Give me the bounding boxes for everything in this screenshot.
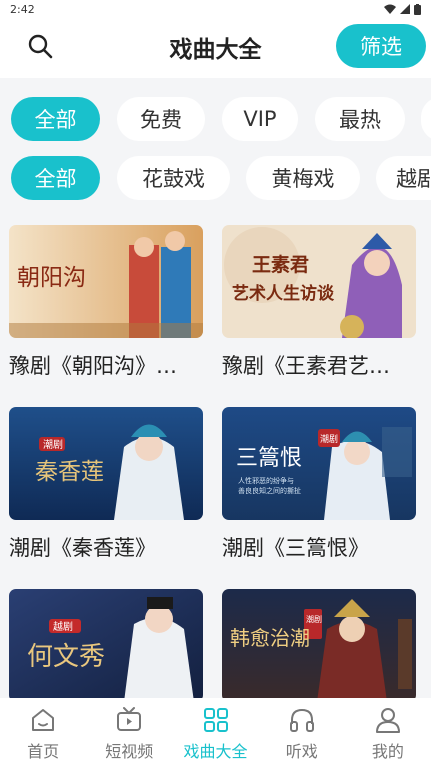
chip-genre-all[interactable]: 全部 xyxy=(11,156,100,200)
video-thumbnail: 潮剧 韩愈治潮 xyxy=(222,589,416,702)
thumb-title-text: 王素君 xyxy=(252,253,309,276)
chip-free[interactable]: 免费 xyxy=(117,97,205,141)
status-icons xyxy=(384,3,421,15)
tab-mine[interactable]: 我的 xyxy=(345,698,431,766)
thumb-title-text: 三篙恨 xyxy=(236,446,302,471)
home-icon xyxy=(32,709,55,731)
chip-all[interactable]: 全部 xyxy=(11,97,100,141)
video-title: 豫剧《王素君艺… xyxy=(222,354,390,378)
video-card[interactable]: 潮剧 韩愈治潮 xyxy=(222,589,416,714)
tab-label: 戏曲大全 xyxy=(183,742,248,761)
video-thumbnail: 越剧 何文秀 xyxy=(9,589,203,702)
thumb-subtitle-text: 善良良知之间的撕扯 xyxy=(238,486,301,495)
user-icon xyxy=(375,708,400,733)
video-card[interactable]: 潮剧 秦香莲 潮剧《秦香莲》 xyxy=(9,407,203,562)
header: 戏曲大全 筛选 xyxy=(0,18,431,78)
video-card[interactable]: 王素君 艺术人生访谈 豫剧《王素君艺… xyxy=(222,225,416,380)
filter-row-price: 全部 免费 VIP 最热 xyxy=(0,97,431,141)
genre-badge: 潮剧 xyxy=(320,433,338,445)
thumb-subtitle-text: 艺术人生访谈 xyxy=(232,283,335,304)
genre-badge: 潮剧 xyxy=(43,438,63,451)
video-thumbnail: 潮剧 三篙恨 人性邪恶的纷争与 善良良知之间的撕扯 xyxy=(222,407,416,520)
tab-home[interactable]: 首页 xyxy=(0,698,86,766)
video-card[interactable]: 越剧 何文秀 xyxy=(9,589,203,714)
genre-badge: 越剧 xyxy=(53,620,73,633)
chip-yue[interactable]: 越剧 xyxy=(376,156,431,200)
grid-icon xyxy=(203,708,228,732)
chip-huangmei[interactable]: 黄梅戏 xyxy=(246,156,360,200)
chip-more[interactable] xyxy=(421,97,431,141)
search-icon xyxy=(28,34,53,59)
tab-opera-collection[interactable]: 戏曲大全 xyxy=(172,698,258,766)
video-thumbnail: 王素君 艺术人生访谈 xyxy=(222,225,416,338)
thumb-title-text: 秦香莲 xyxy=(35,459,104,485)
video-card[interactable]: 潮剧 三篙恨 人性邪恶的纷争与 善良良知之间的撕扯 潮剧《三篙恨》 xyxy=(222,407,416,562)
status-bar: 2:42 xyxy=(0,0,431,18)
video-card[interactable]: 朝阳沟 豫剧《朝阳沟》… xyxy=(9,225,203,380)
video-thumbnail: 朝阳沟 xyxy=(9,225,203,338)
filter-button[interactable]: 筛选 xyxy=(336,24,426,68)
tab-label: 首页 xyxy=(27,742,60,761)
tab-label: 听戏 xyxy=(285,742,318,761)
video-title: 潮剧《秦香莲》 xyxy=(9,536,156,560)
wifi-icon xyxy=(384,4,396,14)
video-title: 潮剧《三篙恨》 xyxy=(222,536,369,560)
thumb-subtitle-text: 人性邪恶的纷争与 xyxy=(238,476,294,485)
tab-label: 我的 xyxy=(371,742,404,761)
chip-hottest[interactable]: 最热 xyxy=(315,97,405,141)
bottom-tab-bar: 首页 短视频 戏曲大全 听戏 我的 xyxy=(0,698,431,766)
headphones-icon xyxy=(289,708,314,732)
tab-label: 短视频 xyxy=(105,742,154,761)
chip-vip[interactable]: VIP xyxy=(222,97,298,141)
tab-short-video[interactable]: 短视频 xyxy=(86,698,172,766)
video-title: 豫剧《朝阳沟》… xyxy=(9,354,177,378)
signal-icon xyxy=(400,4,410,14)
tab-listen[interactable]: 听戏 xyxy=(259,698,345,766)
genre-badge: 潮剧 xyxy=(306,614,322,624)
chip-huagu[interactable]: 花鼓戏 xyxy=(117,156,230,200)
thumb-title-text: 何文秀 xyxy=(27,642,105,672)
tv-icon xyxy=(117,707,142,731)
status-time: 2:42 xyxy=(10,2,35,16)
thumb-title-text: 朝阳沟 xyxy=(17,265,86,291)
search-button[interactable] xyxy=(26,32,54,60)
filter-row-genre: 全部 花鼓戏 黄梅戏 越剧 xyxy=(0,156,431,200)
thumb-title-text: 韩愈治潮 xyxy=(230,626,310,650)
video-thumbnail: 潮剧 秦香莲 xyxy=(9,407,203,520)
battery-icon xyxy=(414,3,421,15)
